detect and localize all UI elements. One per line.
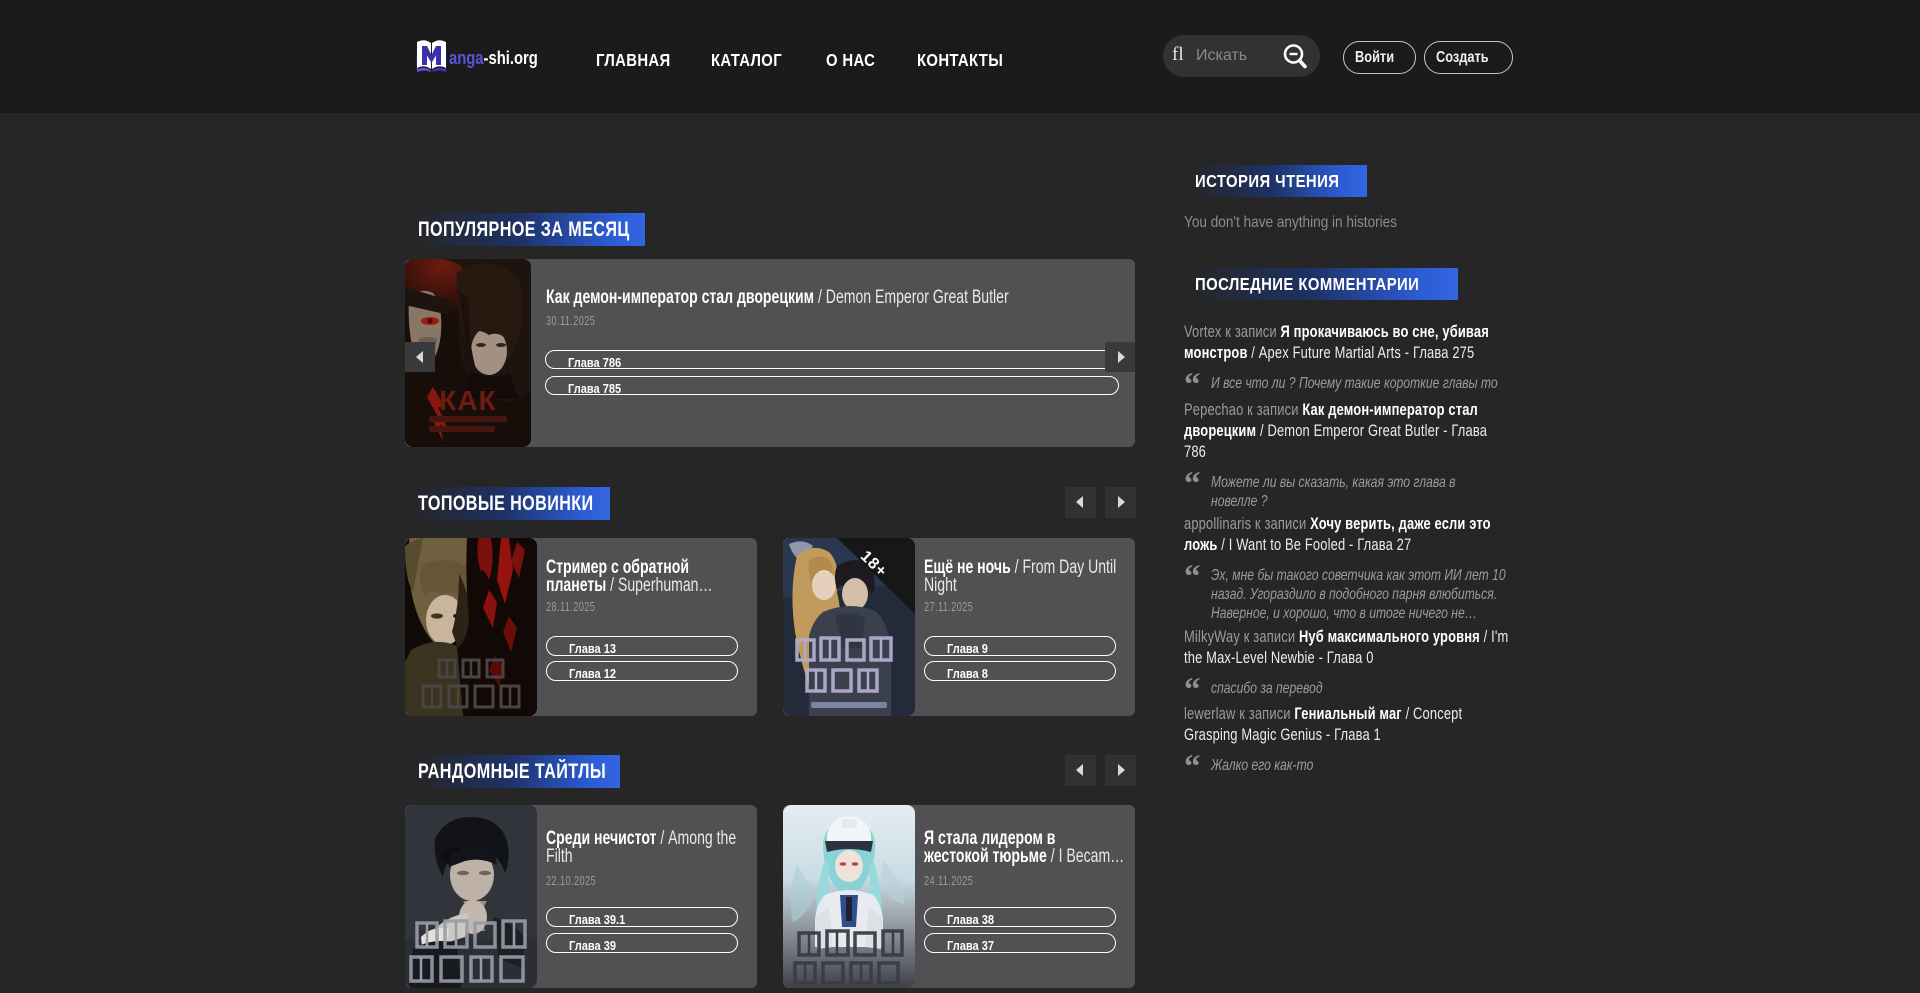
- svg-text:КАК: КАК: [439, 385, 496, 416]
